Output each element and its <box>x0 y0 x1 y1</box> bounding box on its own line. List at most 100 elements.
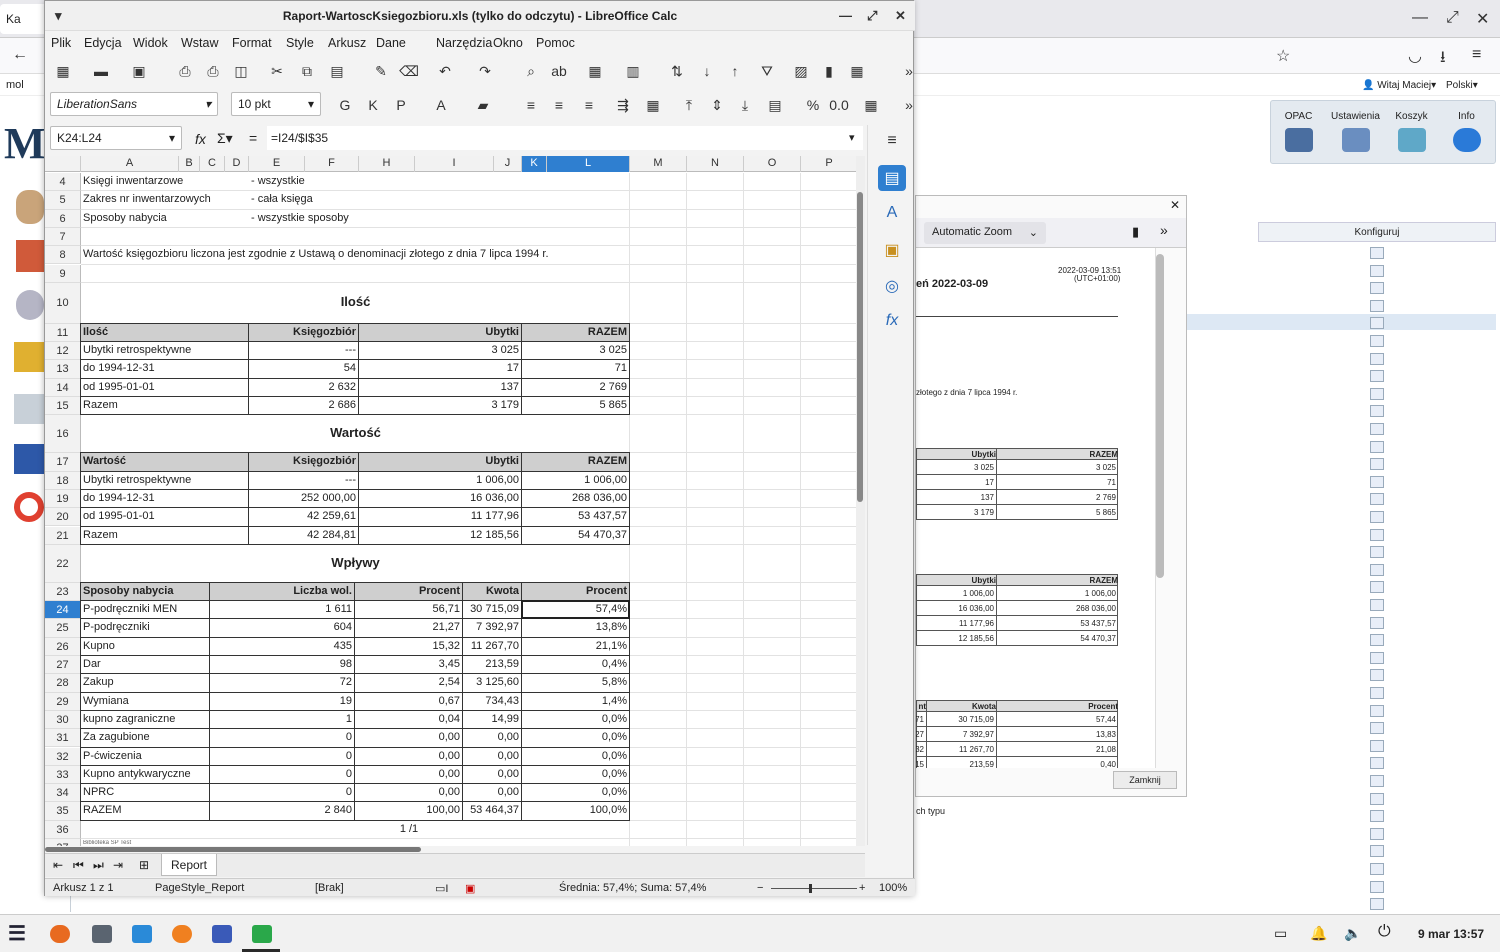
more-tools-icon[interactable]: » <box>1160 222 1168 238</box>
menu-item-8[interactable]: Narzędzia <box>436 36 492 50</box>
row-header-29[interactable]: 29 <box>45 692 81 711</box>
column-header-E[interactable]: E <box>249 156 305 172</box>
currency-icon[interactable]: ▤ <box>765 97 785 115</box>
wartosc-table-header-cell[interactable]: Ubytki <box>361 455 519 467</box>
edit-icon[interactable] <box>1370 299 1384 312</box>
sort-asc-icon[interactable]: ↓ <box>697 63 717 81</box>
ilosc-table-header-cell[interactable]: RAZEM <box>524 326 627 338</box>
wplywy-table-cell[interactable]: 0 <box>212 786 352 798</box>
wplywy-table-cell[interactable]: 56,71 <box>357 603 460 615</box>
sort-desc-icon[interactable]: ↑ <box>725 63 745 81</box>
merge-icon[interactable]: ▦ <box>643 97 663 115</box>
wplywy-table-cell[interactable]: P-podręczniki <box>83 621 207 633</box>
wplywy-table-cell[interactable]: 98 <box>212 658 352 670</box>
gallery-icon[interactable]: ▣ <box>878 237 906 263</box>
column-header-L[interactable]: L <box>547 156 630 172</box>
wplywy-table-cell[interactable]: 0,4% <box>524 658 627 670</box>
wplywy-table-cell[interactable]: 2 840 <box>212 804 352 816</box>
row-header-13[interactable]: 13 <box>45 360 81 379</box>
zoom-slider-thumb[interactable] <box>809 884 812 893</box>
note-text[interactable]: Wartość księgozbioru liczona jest zgodni… <box>83 248 778 260</box>
ilosc-table-cell[interactable]: 2 632 <box>251 381 356 393</box>
wartosc-table-header-cell[interactable]: Księgozbiór <box>251 455 356 467</box>
user-greeting[interactable]: 👤 Witaj Maciej▾ <box>1362 80 1436 91</box>
ilosc-table-cell[interactable]: Razem <box>83 399 246 411</box>
wartosc-table-cell[interactable]: 1 006,00 <box>361 474 519 486</box>
wplywy-table-cell[interactable]: 213,59 <box>465 658 519 670</box>
wartosc-table-cell[interactable]: 252 000,00 <box>251 492 356 504</box>
column-icon[interactable]: ▥ <box>623 63 643 81</box>
zoom-out-icon[interactable]: − <box>757 882 763 894</box>
wartosc-table-cell[interactable]: od 1995-01-01 <box>83 510 246 522</box>
language-status[interactable]: [Brak] <box>315 882 344 894</box>
start-menu-icon[interactable]: ☰ <box>8 921 26 946</box>
row-header-19[interactable]: 19 <box>45 489 81 509</box>
wplywy-table-cell[interactable]: 2,54 <box>357 676 460 688</box>
wplywy-table-cell[interactable]: 11 267,70 <box>465 640 519 652</box>
edit-icon[interactable] <box>1370 757 1384 770</box>
new-icon[interactable]: ▦ <box>53 63 73 81</box>
align-middle-icon[interactable]: ⇕ <box>707 97 727 115</box>
column-header-B[interactable]: B <box>179 156 200 172</box>
formula-icon[interactable]: = <box>249 130 257 146</box>
row-header-9[interactable]: 9 <box>45 264 81 283</box>
wplywy-table-cell[interactable]: 0,00 <box>357 750 460 762</box>
wplywy-table-cell[interactable]: 100,0% <box>524 804 627 816</box>
menu-item-4[interactable]: Format <box>232 36 272 50</box>
menu-item-2[interactable]: Widok <box>133 36 168 50</box>
column-header-M[interactable]: M <box>630 156 687 172</box>
maximize-icon[interactable]: ⤢ <box>867 8 877 24</box>
menu-icon[interactable]: ≡ <box>1472 46 1481 64</box>
row-header-8[interactable]: 8 <box>45 246 81 265</box>
zoom-slider[interactable] <box>771 884 857 893</box>
wartosc-table-cell[interactable]: 16 036,00 <box>361 492 519 504</box>
next-sheet-icon[interactable]: ⏭ <box>93 858 104 873</box>
clone-icon[interactable]: ✎ <box>371 63 391 81</box>
ilosc-table-cell[interactable]: 5 865 <box>524 399 627 411</box>
edit-icon[interactable] <box>1370 634 1384 647</box>
wrap-icon[interactable]: ⇶ <box>613 97 633 115</box>
autofilter-icon[interactable]: ⛛ <box>757 63 777 81</box>
column-header-P[interactable]: P <box>801 156 858 172</box>
wartosc-table-cell[interactable]: Ubytki retrospektywne <box>83 474 246 486</box>
navigator-icon[interactable]: ◎ <box>878 273 906 299</box>
edit-icon[interactable] <box>1370 775 1384 787</box>
edit-icon[interactable] <box>1370 423 1384 435</box>
edit-icon[interactable] <box>1370 370 1384 383</box>
edit-icon[interactable] <box>1370 898 1384 911</box>
info-value[interactable]: - wszystkie sposoby <box>251 212 491 224</box>
wplywy-table-cell[interactable]: 21,1% <box>524 640 627 652</box>
row-header-37[interactable]: 37 <box>45 839 81 846</box>
edit-icon[interactable] <box>1370 247 1384 259</box>
wartosc-table-cell[interactable]: 42 259,61 <box>251 510 356 522</box>
styles-icon[interactable]: A <box>878 201 906 227</box>
wplywy-table-cell[interactable]: 1,4% <box>524 695 627 707</box>
ilosc-table-cell[interactable]: od 1995-01-01 <box>83 381 246 393</box>
opac-button[interactable]: OPAC <box>1271 111 1326 152</box>
wplywy-table-cell[interactable]: Zakup <box>83 676 207 688</box>
row-header-18[interactable]: 18 <box>45 471 81 490</box>
power-icon[interactable]: ⏻ <box>1378 923 1391 941</box>
column-header-C[interactable]: C <box>200 156 225 172</box>
info-label[interactable]: Sposoby nabycia <box>83 212 246 224</box>
paste-icon[interactable]: ▤ <box>327 63 347 81</box>
ilosc-table-cell[interactable]: 71 <box>524 362 627 374</box>
ilosc-table-cell[interactable]: 2 769 <box>524 381 627 393</box>
scroll-thumb[interactable] <box>857 192 863 502</box>
row-header-17[interactable]: 17 <box>45 453 81 472</box>
wplywy-table-cell[interactable]: 21,27 <box>357 621 460 633</box>
expand-formula-icon[interactable]: ▾ <box>849 131 855 144</box>
files-icon[interactable] <box>92 925 112 943</box>
info-label[interactable]: Zakres nr inwentarzowych <box>83 193 246 205</box>
align-left-icon[interactable]: ≡ <box>521 97 541 115</box>
ilosc-table-header-cell[interactable]: Ubytki <box>361 326 519 338</box>
window-menu-icon[interactable]: ▾ <box>55 8 62 24</box>
page-style[interactable]: PageStyle_Report <box>155 882 244 894</box>
ilosc-table-cell[interactable]: 17 <box>361 362 519 374</box>
close-icon[interactable]: ✕ <box>1170 198 1180 212</box>
info-button[interactable]: Info <box>1439 111 1494 152</box>
menu-item-6[interactable]: Arkusz <box>328 36 366 50</box>
wplywy-table-cell[interactable]: 3,45 <box>357 658 460 670</box>
wartosc-table-cell[interactable]: 12 185,56 <box>361 529 519 541</box>
wplywy-table-header-cell[interactable]: Sposoby nabycia <box>83 585 207 597</box>
